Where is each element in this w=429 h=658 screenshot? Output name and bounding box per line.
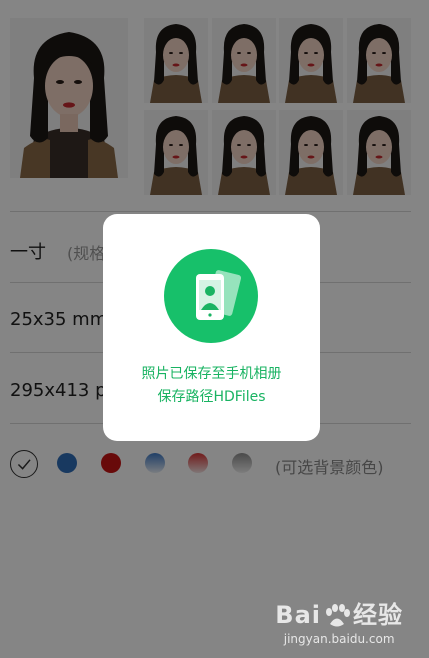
- watermark-brand-right: 经验: [353, 601, 403, 629]
- dialog-message-saved: 照片已保存至手机相册: [141, 366, 282, 382]
- baidu-jingyan-watermark: Bai 经验 jingyan.baidu.com: [275, 595, 403, 646]
- dialog-message-path: 保存路径HDFiles: [157, 389, 266, 405]
- saved-photo-icon: [164, 249, 258, 343]
- baidu-paw-icon: [326, 604, 350, 627]
- watermark-brand-left: Bai: [275, 601, 321, 629]
- save-success-dialog: 照片已保存至手机相册 保存路径HDFiles: [103, 214, 320, 441]
- watermark-site: jingyan.baidu.com: [283, 632, 395, 646]
